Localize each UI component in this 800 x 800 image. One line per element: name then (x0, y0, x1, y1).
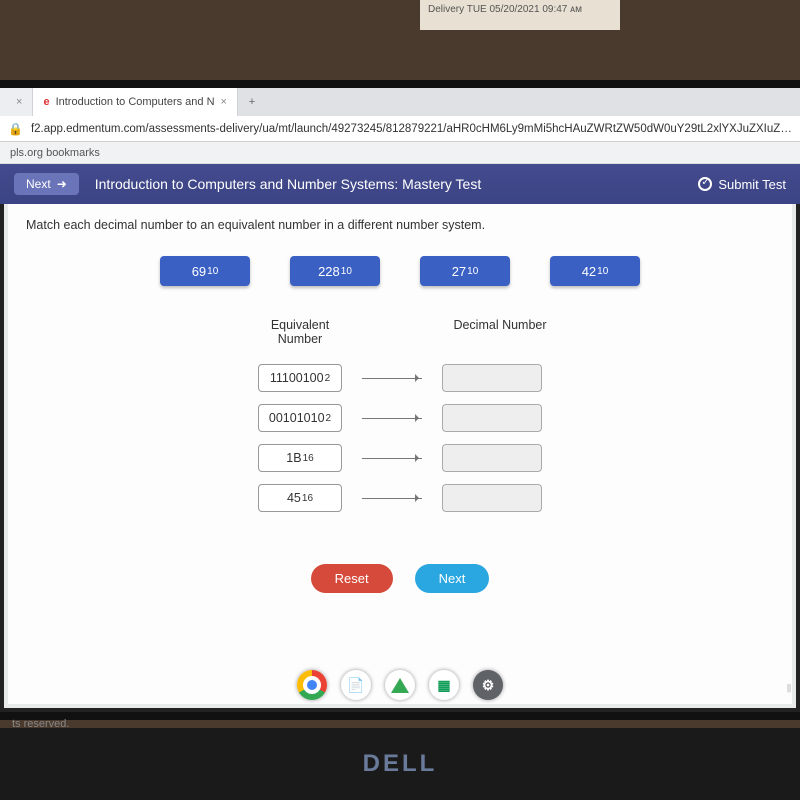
chip-228[interactable]: 22810 (290, 256, 380, 286)
new-tab-button[interactable]: + (238, 88, 266, 116)
arrow-icon (362, 418, 422, 419)
header-equivalent: Equivalent Number (250, 318, 350, 346)
equivalent-box-3: 1B16 (258, 444, 342, 472)
sheets-icon[interactable]: ▦ (429, 670, 459, 700)
question-page: Match each decimal number to an equivale… (8, 204, 792, 704)
match-row: 4516 (258, 484, 542, 512)
close-icon[interactable]: × (16, 96, 22, 108)
settings-icon[interactable]: ⚙ (473, 670, 503, 700)
browser-tab-active[interactable]: e Introduction to Computers and N × (33, 88, 238, 116)
equivalent-box-1: 111001002 (258, 364, 342, 392)
shipping-label: Delivery TUE 05/20/2021 09:47 ᴀᴍ (420, 0, 620, 30)
header-next-button[interactable]: Next ➜ (14, 173, 79, 195)
chip-27[interactable]: 2710 (420, 256, 510, 286)
chip-42[interactable]: 4210 (550, 256, 640, 286)
chrome-icon[interactable] (297, 670, 327, 700)
arrow-icon (362, 458, 422, 459)
lock-icon: 🔒 (8, 122, 23, 136)
match-row: 111001002 (258, 364, 542, 392)
status-tray[interactable]: ▮ (786, 681, 792, 694)
edmentum-favicon: e (43, 96, 49, 108)
url-text: f2.app.edmentum.com/assessments-delivery… (31, 123, 792, 135)
matching-area: Equivalent Number Decimal Number 1110010… (26, 318, 774, 593)
equivalent-box-4: 4516 (258, 484, 342, 512)
action-buttons: Reset Next (311, 564, 490, 593)
match-row: 1B16 (258, 444, 542, 472)
laptop-screen: × e Introduction to Computers and N × + … (0, 80, 800, 720)
question-instruction: Match each decimal number to an equivale… (26, 218, 774, 232)
next-button[interactable]: Next (415, 564, 490, 593)
match-row: 001010102 (258, 404, 542, 432)
tab-title: Introduction to Computers and N (56, 96, 215, 108)
draggable-chips-row: 6910 22810 2710 4210 (26, 256, 774, 286)
close-icon[interactable]: × (221, 96, 227, 108)
chromeos-shelf: 📄 ▦ ⚙ ▮ (0, 664, 800, 706)
drop-target-4[interactable] (442, 484, 542, 512)
laptop-branding: DELL (0, 728, 800, 800)
chip-69[interactable]: 6910 (160, 256, 250, 286)
browser-tabbar: × e Introduction to Computers and N × + (0, 88, 800, 116)
browser-addressbar[interactable]: 🔒 f2.app.edmentum.com/assessments-delive… (0, 116, 800, 142)
arrow-right-icon: ➜ (57, 177, 67, 191)
check-circle-icon (698, 177, 712, 191)
arrow-icon (362, 378, 422, 379)
drop-target-1[interactable] (442, 364, 542, 392)
arrow-icon (362, 498, 422, 499)
docs-icon[interactable]: 📄 (341, 670, 371, 700)
drop-target-3[interactable] (442, 444, 542, 472)
test-header: Next ➜ Introduction to Computers and Num… (0, 164, 800, 204)
column-headers: Equivalent Number Decimal Number (250, 318, 550, 346)
drive-icon[interactable] (385, 670, 415, 700)
reset-button[interactable]: Reset (311, 564, 393, 593)
test-title: Introduction to Computers and Number Sys… (79, 176, 699, 192)
bookmarks-bar[interactable]: pls.org bookmarks (0, 142, 800, 164)
browser-tab-blank[interactable]: × (0, 88, 33, 116)
bookmark-item[interactable]: pls.org bookmarks (10, 147, 100, 159)
drop-target-2[interactable] (442, 404, 542, 432)
header-decimal: Decimal Number (450, 318, 550, 346)
submit-test-button[interactable]: Submit Test (698, 177, 786, 192)
equivalent-box-2: 001010102 (258, 404, 342, 432)
